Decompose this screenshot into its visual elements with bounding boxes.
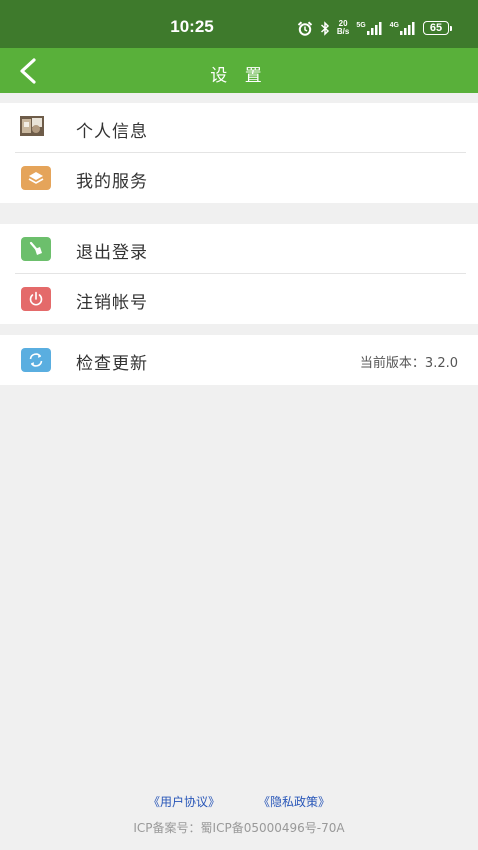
row-label-my-services: 我的服务 bbox=[76, 172, 148, 192]
net-speed-unit: B/s bbox=[336, 27, 350, 36]
row-my-services[interactable]: 我的服务 bbox=[0, 153, 478, 203]
refresh-icon bbox=[21, 348, 51, 372]
status-icons: 20 B/s 5G 4G 65 bbox=[297, 19, 452, 37]
avatar-icon bbox=[20, 116, 44, 136]
layers-icon bbox=[21, 166, 51, 190]
privacy-policy-link[interactable]: 《隐私政策》 bbox=[258, 793, 330, 810]
battery-icon: 65 bbox=[423, 21, 452, 35]
page-title: 设 置 bbox=[210, 66, 268, 86]
power-icon bbox=[21, 287, 51, 311]
battery-level: 65 bbox=[423, 21, 449, 35]
broom-icon bbox=[21, 237, 51, 261]
signal-5g-label: 5G bbox=[356, 21, 366, 29]
row-personal-info[interactable]: 个人信息 bbox=[0, 103, 478, 153]
net-speed: 20 B/s bbox=[337, 20, 349, 36]
row-label-personal-info: 个人信息 bbox=[76, 122, 148, 142]
status-bar: 10:25 20 B/s 5G 4G 65 bbox=[0, 0, 478, 48]
icp-record: ICP备案号：蜀ICP备05000496号-70A bbox=[133, 821, 345, 835]
row-label-logout: 退出登录 bbox=[76, 243, 148, 263]
row-label-check-update: 检查更新 bbox=[76, 354, 148, 374]
alarm-icon bbox=[297, 20, 313, 36]
row-check-update[interactable]: 检查更新 当前版本：3.2.0 bbox=[0, 335, 478, 385]
user-agreement-link[interactable]: 《用户协议》 bbox=[148, 793, 220, 810]
current-version: 当前版本：3.2.0 bbox=[359, 356, 458, 371]
signal-icon: 5G bbox=[356, 21, 382, 35]
settings-group-update: 检查更新 当前版本：3.2.0 bbox=[0, 335, 478, 385]
row-cancel-account[interactable]: 注销帐号 bbox=[0, 274, 478, 324]
row-logout[interactable]: 退出登录 bbox=[0, 224, 478, 274]
settings-group-profile: 个人信息 我的服务 bbox=[0, 103, 478, 203]
settings-group-account: 退出登录 注销帐号 bbox=[0, 224, 478, 324]
bluetooth-icon bbox=[320, 20, 330, 36]
row-label-cancel-account: 注销帐号 bbox=[76, 293, 148, 313]
title-bar: 设 置 bbox=[0, 48, 478, 93]
signal-4g-label: 4G bbox=[389, 21, 399, 29]
footer-links: 《用户协议》 《隐私政策》 bbox=[0, 793, 478, 810]
signal-4g-icon: 4G bbox=[389, 21, 416, 35]
